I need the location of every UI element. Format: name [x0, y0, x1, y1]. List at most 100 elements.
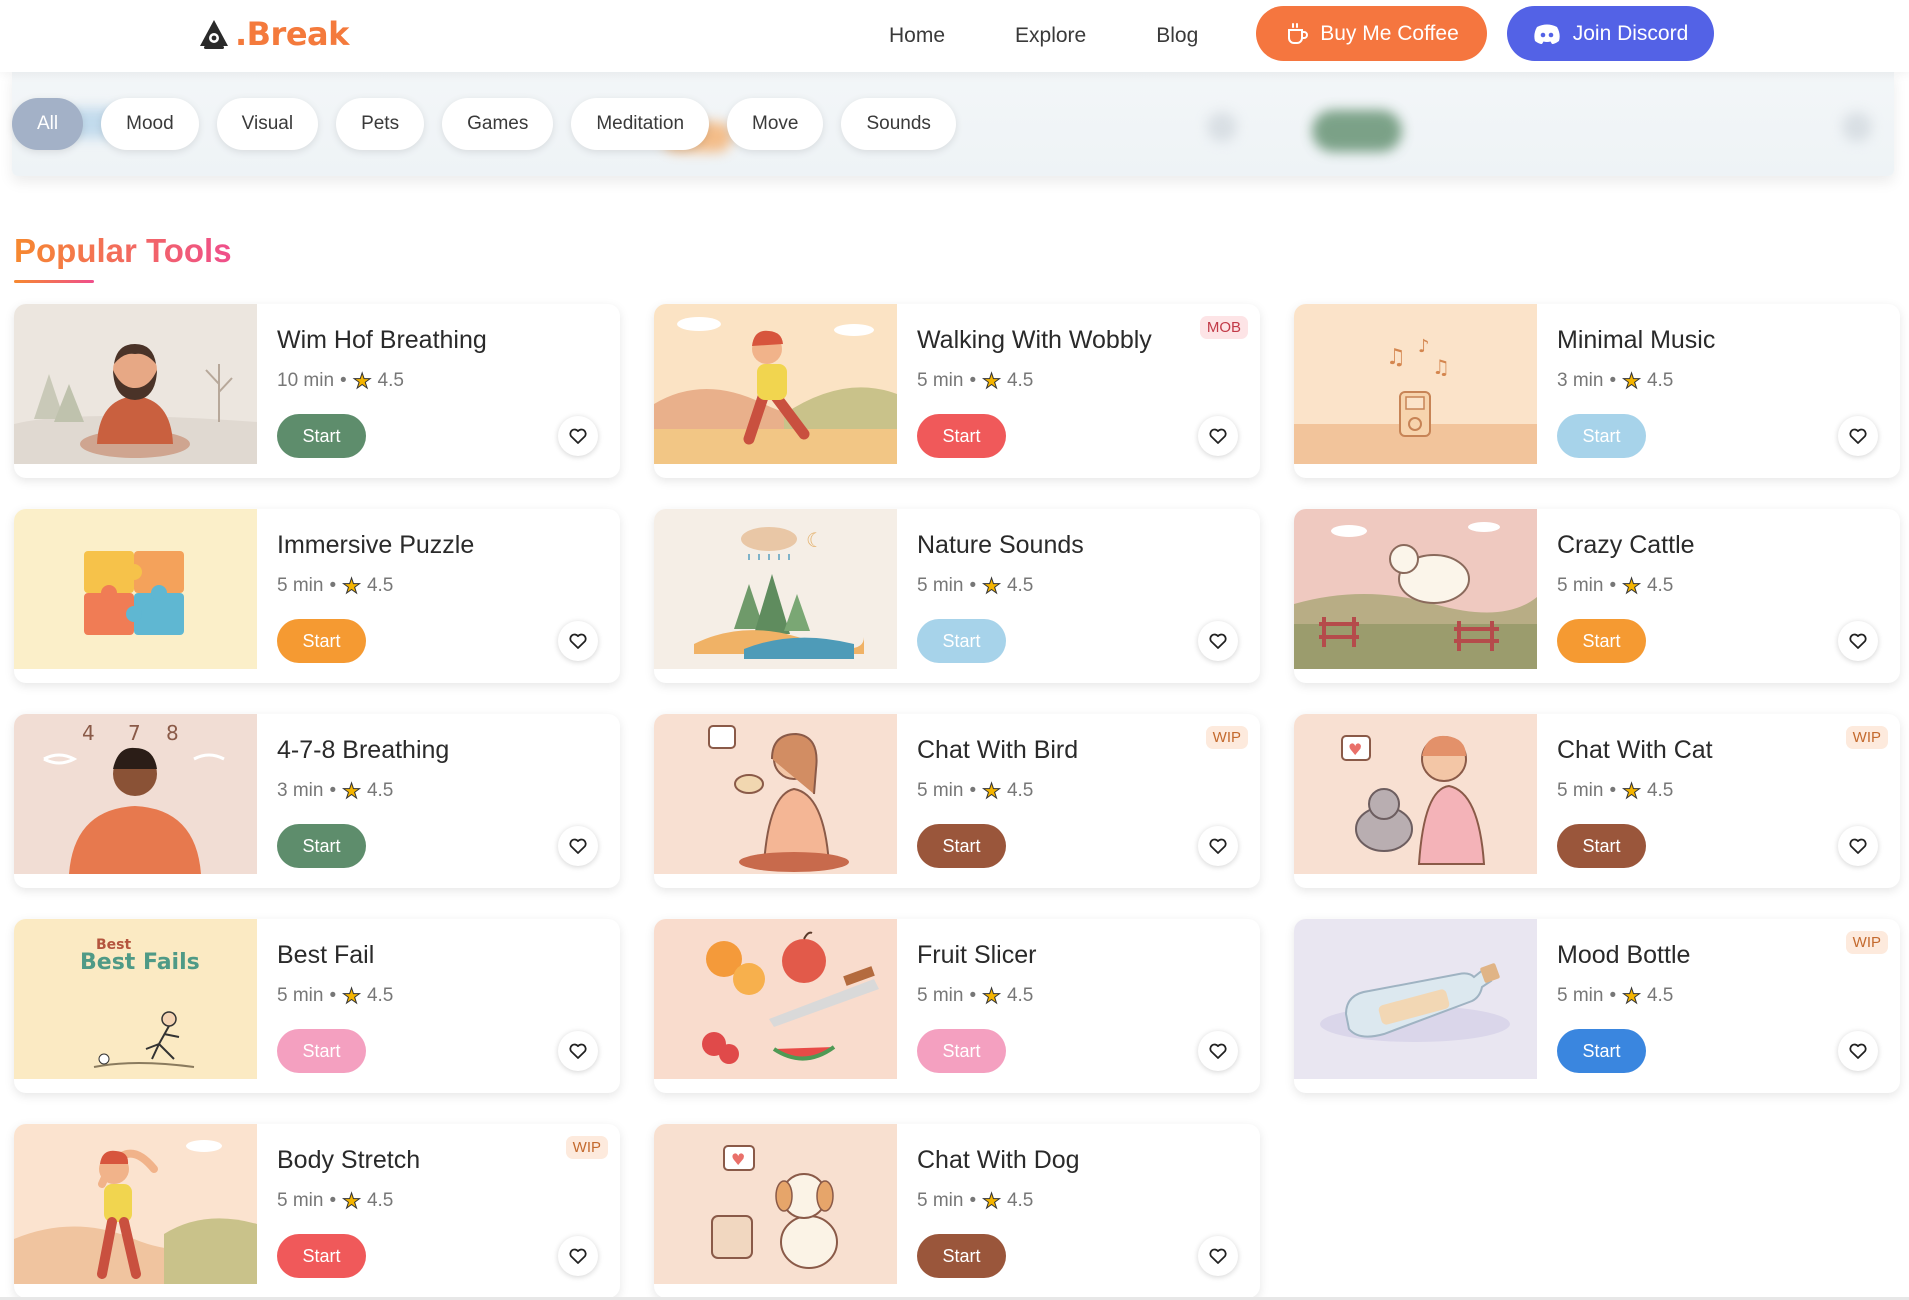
tool-title[interactable]: Chat With Dog	[917, 1146, 1080, 1175]
start-button[interactable]: Start	[917, 824, 1006, 868]
tool-badge: WIP	[1205, 726, 1248, 749]
start-button[interactable]: Start	[917, 414, 1006, 458]
tool-card-chat-with-cat[interactable]: ♥ Chat With Cat 5 min • ★ 4.5 Start WIP	[1294, 714, 1900, 888]
tool-thumbnail[interactable]: ☾	[654, 509, 897, 669]
tool-title[interactable]: 4-7-8 Breathing	[277, 736, 449, 765]
tool-thumbnail[interactable]	[654, 714, 897, 874]
star-icon: ★	[342, 779, 362, 803]
logo[interactable]: .Break	[197, 14, 349, 54]
tool-title[interactable]: Mood Bottle	[1557, 941, 1690, 970]
filter-sounds[interactable]: Sounds	[841, 98, 956, 150]
tool-card-mood-bottle[interactable]: Mood Bottle 5 min • ★ 4.5 Start WIP	[1294, 919, 1900, 1093]
tool-title[interactable]: Body Stretch	[277, 1146, 420, 1175]
heart-icon	[569, 633, 587, 649]
tool-badge: WIP	[565, 1136, 608, 1159]
tool-card-walking-with-wobbly[interactable]: Walking With Wobbly 5 min • ★ 4.5 Start …	[654, 304, 1260, 478]
start-button[interactable]: Start	[917, 1234, 1006, 1278]
tool-card-immersive-puzzle[interactable]: Immersive Puzzle 5 min • ★ 4.5 Start	[14, 509, 620, 683]
favorite-button[interactable]	[1198, 416, 1238, 456]
tool-title[interactable]: Best Fail	[277, 941, 374, 970]
tool-title[interactable]: Minimal Music	[1557, 326, 1715, 355]
start-button[interactable]: Start	[917, 619, 1006, 663]
favorite-button[interactable]	[1198, 1236, 1238, 1276]
tool-card-wim-hof-breathing[interactable]: Wim Hof Breathing 10 min • ★ 4.5 Start	[14, 304, 620, 478]
filter-move[interactable]: Move	[727, 98, 824, 150]
filter-mood[interactable]: Mood	[101, 98, 199, 150]
start-button[interactable]: Start	[1557, 414, 1646, 458]
favorite-button[interactable]	[1198, 826, 1238, 866]
tool-thumbnail[interactable]: ♫ ♪ ♫	[1294, 304, 1537, 464]
svg-text:♥: ♥	[731, 1150, 745, 1169]
tool-thumbnail[interactable]	[14, 1124, 257, 1284]
tool-thumbnail[interactable]	[1294, 919, 1537, 1079]
tool-title[interactable]: Chat With Bird	[917, 736, 1078, 765]
tool-thumbnail[interactable]: Best Best Fails	[14, 919, 257, 1079]
tool-rating: 4.5	[1006, 1190, 1034, 1211]
tool-title[interactable]: Walking With Wobbly	[917, 326, 1152, 355]
tool-card-fruit-slicer[interactable]: Fruit Slicer 5 min • ★ 4.5 Start	[654, 919, 1260, 1093]
tool-duration: 5 min	[1557, 575, 1604, 596]
favorite-button[interactable]	[558, 826, 598, 866]
tool-thumbnail[interactable]: 4 7 8	[14, 714, 257, 874]
tool-thumbnail[interactable]	[14, 304, 257, 464]
tool-title[interactable]: Wim Hof Breathing	[277, 326, 487, 355]
favorite-button[interactable]	[558, 1236, 598, 1276]
favorite-button[interactable]	[1198, 1031, 1238, 1071]
tool-card-nature-sounds[interactable]: ☾ Nature Sounds 5 min • ★ 4.5 Start	[654, 509, 1260, 683]
nav-blog[interactable]: Blog	[1156, 24, 1198, 48]
tool-title[interactable]: Chat With Cat	[1557, 736, 1713, 765]
tool-title[interactable]: Immersive Puzzle	[277, 531, 474, 560]
filter-meditation[interactable]: Meditation	[571, 98, 710, 150]
buy-me-coffee-button[interactable]: Buy Me Coffee	[1256, 6, 1487, 61]
tool-card-chat-with-bird[interactable]: Chat With Bird 5 min • ★ 4.5 Start WIP	[654, 714, 1260, 888]
heart-icon	[1849, 633, 1867, 649]
tool-thumbnail[interactable]	[1294, 509, 1537, 669]
start-button[interactable]: Start	[917, 1029, 1006, 1073]
tool-meta: 5 min • ★ 4.5	[917, 985, 1033, 1007]
star-icon: ★	[982, 1189, 1002, 1213]
start-button[interactable]: Start	[277, 414, 366, 458]
tool-title[interactable]: Nature Sounds	[917, 531, 1084, 560]
tool-duration: 5 min	[1557, 985, 1604, 1006]
category-filter-chips: All Mood Visual Pets Games Meditation Mo…	[12, 98, 974, 150]
favorite-button[interactable]	[1838, 1031, 1878, 1071]
tool-card-minimal-music[interactable]: ♫ ♪ ♫ Minimal Music 3 min • ★ 4.5 Start	[1294, 304, 1900, 478]
tool-title[interactable]: Fruit Slicer	[917, 941, 1036, 970]
discord-button-label: Join Discord	[1572, 21, 1689, 45]
nav-home[interactable]: Home	[889, 24, 945, 48]
nav-explore[interactable]: Explore	[1015, 24, 1086, 48]
tool-thumbnail[interactable]: ♥	[654, 1124, 897, 1284]
tool-title[interactable]: Crazy Cattle	[1557, 531, 1695, 560]
tool-card-chat-with-dog[interactable]: ♥ Chat With Dog 5 min • ★ 4.5 Start	[654, 1124, 1260, 1298]
filter-pets[interactable]: Pets	[336, 98, 425, 150]
join-discord-button[interactable]: Join Discord	[1507, 6, 1714, 61]
tool-thumbnail[interactable]: ♥	[1294, 714, 1537, 874]
start-button[interactable]: Start	[1557, 824, 1646, 868]
filter-visual[interactable]: Visual	[216, 98, 319, 150]
tool-thumbnail[interactable]	[654, 304, 897, 464]
start-button[interactable]: Start	[277, 619, 366, 663]
tool-duration: 5 min	[1557, 780, 1604, 801]
filter-games[interactable]: Games	[442, 98, 554, 150]
tool-thumbnail[interactable]	[14, 509, 257, 669]
favorite-button[interactable]	[1838, 621, 1878, 661]
tool-card-crazy-cattle[interactable]: Crazy Cattle 5 min • ★ 4.5 Start	[1294, 509, 1900, 683]
start-button[interactable]: Start	[277, 1234, 366, 1278]
favorite-button[interactable]	[1838, 416, 1878, 456]
favorite-button[interactable]	[1198, 621, 1238, 661]
filter-all[interactable]: All	[12, 98, 84, 150]
start-button[interactable]: Start	[277, 1029, 366, 1073]
favorite-button[interactable]	[558, 416, 598, 456]
tool-meta: 3 min • ★ 4.5	[277, 780, 393, 802]
start-button[interactable]: Start	[1557, 619, 1646, 663]
tool-card-4-7-8-breathing[interactable]: 4 7 8 4-7-8 Breathing 3 min • ★ 4.5 Star…	[14, 714, 620, 888]
favorite-button[interactable]	[558, 1031, 598, 1071]
tool-card-body-stretch[interactable]: Body Stretch 5 min • ★ 4.5 Start WIP	[14, 1124, 620, 1298]
favorite-button[interactable]	[558, 621, 598, 661]
start-button[interactable]: Start	[1557, 1029, 1646, 1073]
favorite-button[interactable]	[1838, 826, 1878, 866]
tool-card-best-fail[interactable]: Best Best Fails Best Fail 5 min • ★ 4.5 …	[14, 919, 620, 1093]
tool-thumbnail[interactable]	[654, 919, 897, 1079]
start-button[interactable]: Start	[277, 824, 366, 868]
tool-meta: 5 min • ★ 4.5	[1557, 575, 1673, 597]
